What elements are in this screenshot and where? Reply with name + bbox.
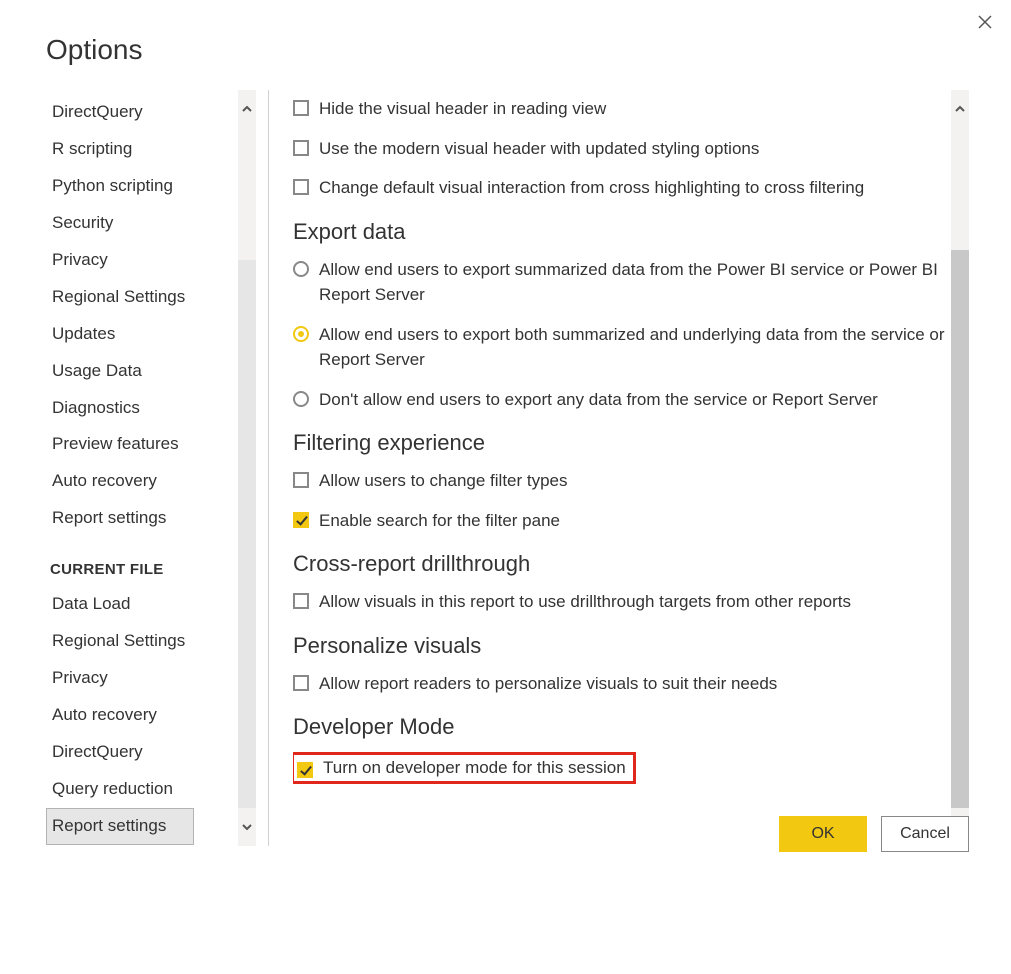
sidebar-item-privacy[interactable]: Privacy [46, 242, 238, 279]
checkbox-modern-visual-header[interactable]: Use the modern visual header with update… [293, 136, 945, 162]
sidebar-item-cf-report-settings[interactable]: Report settings [46, 808, 194, 845]
sidebar-item-r-scripting[interactable]: R scripting [46, 131, 238, 168]
sidebar-item-diagnostics[interactable]: Diagnostics [46, 390, 238, 427]
section-heading-personalize: Personalize visuals [293, 633, 945, 659]
sidebar-item-cf-regional-settings[interactable]: Regional Settings [46, 623, 238, 660]
dialog-footer: OK Cancel [779, 816, 969, 852]
sidebar-item-preview-features[interactable]: Preview features [46, 426, 238, 463]
checkbox-personalize-visuals[interactable]: Allow report readers to personalize visu… [293, 671, 945, 697]
radio-export-both[interactable]: Allow end users to export both summarize… [293, 322, 945, 373]
radio-label: Allow end users to export both summarize… [319, 322, 945, 373]
section-heading-crossreport: Cross-report drillthrough [293, 551, 945, 577]
checkbox-label: Enable search for the filter pane [319, 508, 560, 534]
checkbox-icon [293, 512, 309, 528]
checkbox-crossreport-drillthrough[interactable]: Allow visuals in this report to use dril… [293, 589, 945, 615]
checkbox-developer-mode[interactable]: Turn on developer mode for this session [293, 754, 634, 782]
sidebar-item-cf-directquery[interactable]: DirectQuery [46, 734, 238, 771]
checkbox-label: Allow visuals in this report to use dril… [319, 589, 851, 615]
checkbox-cross-filtering-default[interactable]: Change default visual interaction from c… [293, 175, 945, 201]
chevron-down-icon[interactable] [238, 808, 256, 846]
section-heading-export-data: Export data [293, 219, 945, 245]
radio-icon [293, 261, 309, 277]
sidebar-item-regional-settings[interactable]: Regional Settings [46, 279, 238, 316]
radio-label: Don't allow end users to export any data… [319, 387, 878, 413]
sidebar-item-report-settings[interactable]: Report settings [46, 500, 238, 537]
checkbox-label: Allow report readers to personalize visu… [319, 671, 777, 697]
checkbox-icon [297, 762, 313, 778]
options-dialog: Options DirectQuery R scripting Python s… [0, 0, 1011, 870]
chevron-up-icon[interactable] [951, 90, 969, 128]
checkbox-label: Turn on developer mode for this session [323, 758, 626, 778]
checkbox-enable-filter-search[interactable]: Enable search for the filter pane [293, 508, 945, 534]
checkbox-icon [293, 179, 309, 195]
sidebar-item-security[interactable]: Security [46, 205, 238, 242]
checkbox-icon [293, 140, 309, 156]
vertical-divider [268, 90, 269, 846]
ok-button[interactable]: OK [779, 816, 867, 852]
content-scrollbar[interactable] [951, 90, 969, 846]
content-panel: Hide the visual header in reading view U… [293, 90, 969, 846]
sidebar-item-cf-query-reduction[interactable]: Query reduction [46, 771, 238, 808]
sidebar-item-auto-recovery[interactable]: Auto recovery [46, 463, 238, 500]
radio-icon [293, 391, 309, 407]
radio-export-none[interactable]: Don't allow end users to export any data… [293, 387, 945, 413]
checkbox-label: Change default visual interaction from c… [319, 175, 864, 201]
dialog-title: Options [46, 34, 969, 66]
sidebar-item-updates[interactable]: Updates [46, 316, 238, 353]
chevron-up-icon[interactable] [238, 90, 256, 128]
scrollbar-thumb[interactable] [951, 250, 969, 808]
checkbox-label: Use the modern visual header with update… [319, 136, 759, 162]
sidebar-scrollbar[interactable] [238, 90, 256, 846]
sidebar-item-usage-data[interactable]: Usage Data [46, 353, 238, 390]
scrollbar-thumb[interactable] [238, 128, 256, 260]
cancel-button[interactable]: Cancel [881, 816, 969, 852]
sidebar-item-directquery[interactable]: DirectQuery [46, 94, 238, 131]
sidebar-item-cf-data-load[interactable]: Data Load [46, 586, 238, 623]
checkbox-icon [293, 593, 309, 609]
checkbox-hide-visual-header[interactable]: Hide the visual header in reading view [293, 96, 945, 122]
sidebar-item-cf-privacy[interactable]: Privacy [46, 660, 238, 697]
checkbox-label: Allow users to change filter types [319, 468, 568, 494]
checkbox-label: Hide the visual header in reading view [319, 96, 606, 122]
sidebar-item-cf-auto-recovery[interactable]: Auto recovery [46, 697, 238, 734]
sidebar-heading-current-file: CURRENT FILE [50, 561, 238, 578]
radio-icon [293, 326, 309, 342]
sidebar: DirectQuery R scripting Python scripting… [42, 90, 256, 846]
checkbox-icon [293, 472, 309, 488]
section-heading-filtering: Filtering experience [293, 430, 945, 456]
section-heading-developer-mode: Developer Mode [293, 714, 945, 740]
checkbox-icon [293, 100, 309, 116]
radio-export-summarized[interactable]: Allow end users to export summarized dat… [293, 257, 945, 308]
sidebar-item-python-scripting[interactable]: Python scripting [46, 168, 238, 205]
close-icon[interactable] [977, 14, 993, 30]
checkbox-allow-change-filter-types[interactable]: Allow users to change filter types [293, 468, 945, 494]
checkbox-icon [293, 675, 309, 691]
radio-label: Allow end users to export summarized dat… [319, 257, 945, 308]
